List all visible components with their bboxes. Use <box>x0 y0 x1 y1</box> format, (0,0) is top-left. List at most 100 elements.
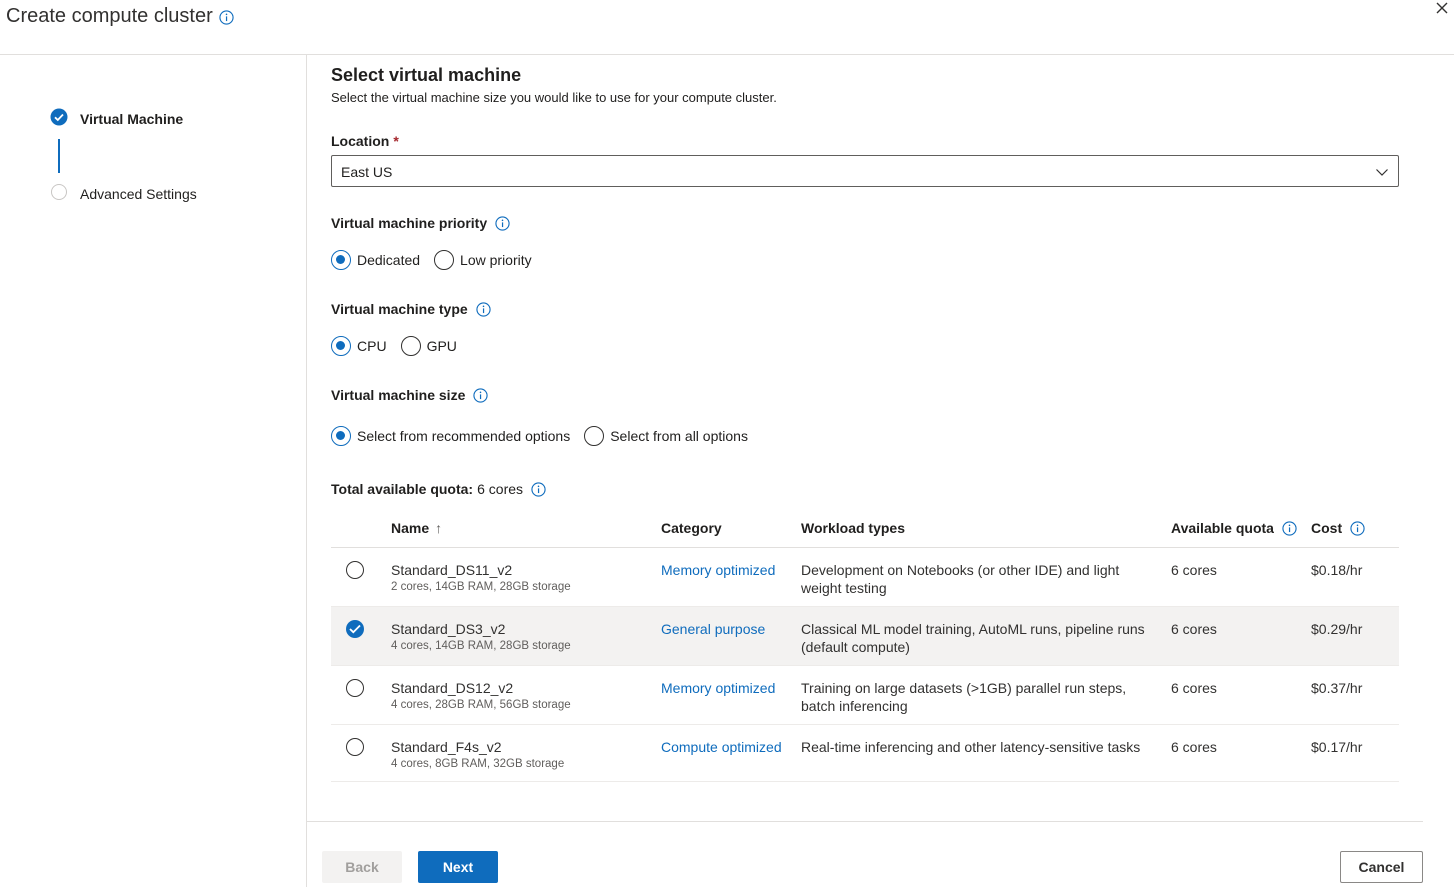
vm-workload: Real-time inferencing and other latency-… <box>801 739 1141 755</box>
info-icon[interactable] <box>531 481 546 497</box>
priority-radio-group: Dedicated Low priority <box>331 250 546 270</box>
section-title: Select virtual machine <box>331 65 522 85</box>
radio-indicator <box>331 336 351 356</box>
radio-recommended-options[interactable]: Select from recommended options <box>331 426 570 446</box>
quota-value: 6 cores <box>477 481 524 497</box>
radio-indicator <box>434 250 455 270</box>
vm-category-link[interactable]: Compute optimized <box>661 738 782 756</box>
vm-cost: $0.37/hr <box>1311 680 1363 696</box>
location-label: Location * <box>331 133 399 149</box>
radio-gpu[interactable]: GPU <box>400 336 457 356</box>
radio-label: Select from recommended options <box>357 428 571 444</box>
table-row[interactable]: Standard_DS12_v2 4 cores, 28GB RAM, 56GB… <box>331 666 1399 725</box>
radio-indicator <box>331 250 351 270</box>
vm-name: Standard_DS12_v2 <box>391 680 514 696</box>
info-icon[interactable] <box>473 387 488 403</box>
vm-name-cell: Standard_DS12_v2 4 cores, 28GB RAM, 56GB… <box>391 679 571 713</box>
vm-name-cell: Standard_DS11_v2 2 cores, 14GB RAM, 28GB… <box>391 561 571 595</box>
vm-size-label-text: Virtual machine size <box>331 387 466 403</box>
radio-all-options[interactable]: Select from all options <box>584 426 748 446</box>
check-circle-icon <box>50 108 68 129</box>
vm-name: Standard_F4s_v2 <box>391 739 502 755</box>
radio-label: GPU <box>426 338 457 354</box>
vm-workload: Classical ML model training, AutoML runs… <box>801 621 1145 655</box>
vm-name-cell: Standard_F4s_v2 4 cores, 8GB RAM, 32GB s… <box>391 738 564 772</box>
vm-workload: Training on large datasets (>1GB) parall… <box>801 680 1127 714</box>
table-header: Name ↑ Category Workload types Available… <box>331 512 1399 548</box>
radio-indicator <box>331 426 351 446</box>
location-value: East US <box>341 164 393 180</box>
row-radio-checked[interactable] <box>346 620 364 638</box>
empty-circle-icon <box>50 183 68 204</box>
vm-category-link[interactable]: Memory optimized <box>661 679 775 697</box>
vm-workload: Development on Notebooks (or other IDE) … <box>801 562 1120 596</box>
dialog-title: Create compute cluster <box>6 5 213 27</box>
info-icon[interactable] <box>1282 520 1297 536</box>
dialog-footer: Back Next Cancel <box>307 821 1423 887</box>
row-radio[interactable] <box>346 561 364 579</box>
column-name-label: Name <box>391 520 430 536</box>
radio-label: CPU <box>357 338 387 354</box>
vm-type-label-text: Virtual machine type <box>331 301 468 317</box>
info-icon[interactable] <box>1350 520 1365 536</box>
radio-indicator <box>400 336 421 356</box>
vm-cost: $0.29/hr <box>1311 621 1363 637</box>
vm-name-cell: Standard_DS3_v2 4 cores, 14GB RAM, 28GB … <box>391 620 571 654</box>
row-radio[interactable] <box>346 679 364 697</box>
vm-type-radio-group: CPU GPU <box>331 336 471 356</box>
chevron-down-icon <box>1375 165 1389 182</box>
radio-label: Select from all options <box>610 428 748 444</box>
info-icon[interactable] <box>219 10 234 28</box>
vm-category-link[interactable]: Memory optimized <box>661 561 775 579</box>
close-icon[interactable] <box>1434 0 1452 18</box>
column-header-quota[interactable]: Available quota <box>1171 520 1297 536</box>
radio-cpu[interactable]: CPU <box>331 336 387 356</box>
column-header-cost[interactable]: Cost <box>1311 520 1365 536</box>
table-row[interactable]: Standard_F4s_v2 4 cores, 8GB RAM, 32GB s… <box>331 725 1399 782</box>
step-virtual-machine[interactable]: Virtual Machine <box>50 108 183 129</box>
vm-category-link[interactable]: General purpose <box>661 620 765 638</box>
info-icon[interactable] <box>476 301 491 317</box>
vm-details: 4 cores, 14GB RAM, 28GB storage <box>391 640 571 652</box>
priority-label: Virtual machine priority <box>331 215 510 231</box>
required-mark: * <box>393 133 399 149</box>
table-row[interactable]: Standard_DS11_v2 2 cores, 14GB RAM, 28GB… <box>331 548 1399 607</box>
vm-type-label: Virtual machine type <box>331 301 491 317</box>
location-dropdown[interactable]: East US <box>331 155 1399 187</box>
vm-size-table: Name ↑ Category Workload types Available… <box>331 512 1399 782</box>
step-advanced-settings[interactable]: Advanced Settings <box>50 183 197 204</box>
vm-quota: 6 cores <box>1171 562 1217 578</box>
dialog-header: Create compute cluster <box>0 0 1454 55</box>
vm-size-radio-group: Select from recommended options Select f… <box>331 426 762 446</box>
vm-details: 2 cores, 14GB RAM, 28GB storage <box>391 581 571 593</box>
vm-cost: $0.18/hr <box>1311 562 1363 578</box>
column-header-category[interactable]: Category <box>661 520 722 536</box>
table-row[interactable]: Standard_DS3_v2 4 cores, 14GB RAM, 28GB … <box>331 607 1399 666</box>
vm-quota: 6 cores <box>1171 739 1217 755</box>
radio-dedicated[interactable]: Dedicated <box>331 250 420 270</box>
vm-quota: 6 cores <box>1171 621 1217 637</box>
column-header-workload[interactable]: Workload types <box>801 520 905 536</box>
vm-name: Standard_DS11_v2 <box>391 562 513 578</box>
quota-label: Total available quota: <box>331 481 474 497</box>
column-cost-label: Cost <box>1311 520 1343 536</box>
cancel-button[interactable]: Cancel <box>1340 851 1423 883</box>
vm-details: 4 cores, 8GB RAM, 32GB storage <box>391 758 565 770</box>
check-icon <box>349 624 361 634</box>
vm-quota: 6 cores <box>1171 680 1217 696</box>
step-label: Advanced Settings <box>80 185 197 202</box>
radio-indicator <box>584 426 605 446</box>
row-radio[interactable] <box>346 738 364 756</box>
back-button[interactable]: Back <box>322 851 402 883</box>
column-header-name[interactable]: Name ↑ <box>391 520 442 536</box>
location-label-text: Location <box>331 133 390 149</box>
radio-label: Low priority <box>460 252 532 268</box>
info-icon[interactable] <box>495 215 510 231</box>
priority-label-text: Virtual machine priority <box>331 215 488 231</box>
vm-cost: $0.17/hr <box>1311 739 1363 755</box>
radio-low-priority[interactable]: Low priority <box>434 250 532 270</box>
radio-label: Dedicated <box>357 252 421 268</box>
next-button[interactable]: Next <box>418 851 498 883</box>
wizard-steps: Virtual Machine Advanced Settings <box>0 55 307 887</box>
step-connector <box>58 139 60 173</box>
